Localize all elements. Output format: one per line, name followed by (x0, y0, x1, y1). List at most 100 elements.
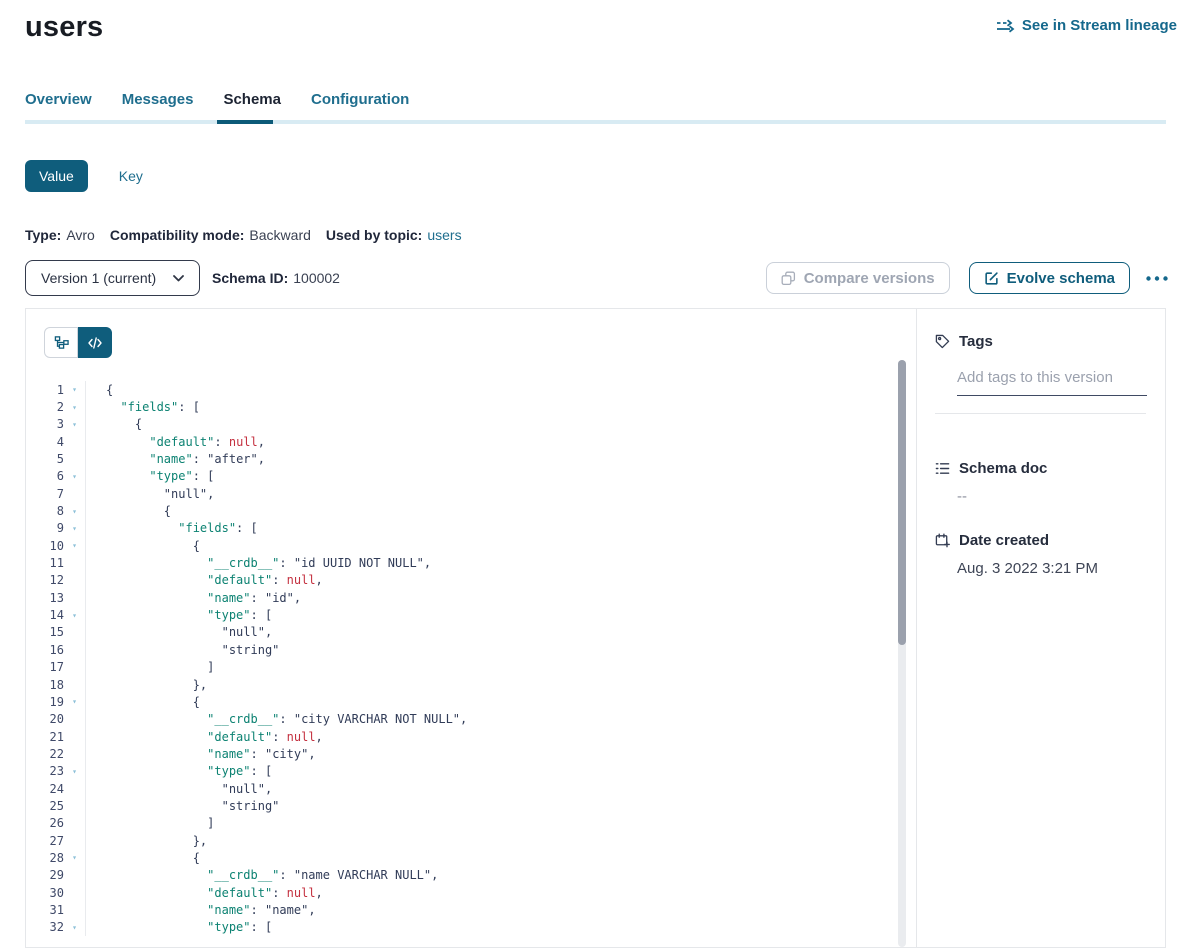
code-line: 1▾{ (26, 381, 916, 398)
code-view-button[interactable] (78, 327, 112, 358)
code-text: "fields": [ (85, 520, 258, 537)
line-number: 25 (26, 799, 64, 813)
fold-arrow-icon[interactable]: ▾ (64, 697, 85, 706)
line-number: 10 (26, 539, 64, 553)
code-text: "type": [ (85, 919, 272, 936)
fold-arrow-icon[interactable]: ▾ (64, 385, 85, 394)
code-editor: 1▾{2▾ "fields": [3▾ {4 "default": null,5… (26, 381, 916, 936)
code-text: "type": [ (85, 763, 272, 780)
compare-versions-button[interactable]: Compare versions (766, 262, 950, 294)
code-line: 29 "__crdb__": "name VARCHAR NULL", (26, 867, 916, 884)
fold-arrow-icon[interactable]: ▾ (64, 541, 85, 550)
view-toggle (44, 327, 112, 358)
tag-icon (935, 334, 950, 349)
chevron-down-icon (173, 275, 184, 282)
tab-overview[interactable]: Overview (25, 91, 92, 120)
fold-arrow-icon[interactable]: ▾ (64, 403, 85, 412)
value-toggle-button[interactable]: Value (25, 160, 88, 192)
line-number: 23 (26, 764, 64, 778)
meta-topic: Used by topic: users (326, 227, 462, 243)
compare-versions-icon (781, 271, 796, 286)
scrollbar-thumb[interactable] (898, 360, 906, 645)
fold-arrow-icon[interactable]: ▾ (64, 472, 85, 481)
schema-doc-value: -- (957, 488, 1147, 505)
tab-messages[interactable]: Messages (122, 91, 194, 120)
code-text: "default": null, (85, 728, 323, 745)
code-text: "type": [ (85, 606, 272, 623)
code-line: 23▾ "type": [ (26, 763, 916, 780)
tab-bar: Overview Messages Schema Configuration (25, 91, 1189, 120)
date-created-section-header: Date created (935, 532, 1147, 549)
line-number: 3 (26, 417, 64, 431)
version-select-value: Version 1 (current) (41, 270, 156, 286)
line-number: 27 (26, 834, 64, 848)
line-number: 2 (26, 400, 64, 414)
page-title: users (25, 10, 103, 44)
code-icon (88, 337, 102, 349)
code-line: 11 "__crdb__": "id UUID NOT NULL", (26, 554, 916, 571)
code-text: "fields": [ (85, 398, 200, 415)
ellipsis-icon (1146, 276, 1168, 281)
tree-view-button[interactable] (44, 327, 78, 358)
calendar-plus-icon (935, 533, 950, 548)
line-number: 7 (26, 487, 64, 501)
code-text: { (85, 849, 200, 866)
code-line: 22 "name": "city", (26, 745, 916, 762)
code-line: 9▾ "fields": [ (26, 520, 916, 537)
scrollbar-track (898, 360, 906, 947)
fold-arrow-icon[interactable]: ▾ (64, 507, 85, 516)
tab-track (25, 120, 1166, 124)
fold-arrow-icon[interactable]: ▾ (64, 420, 85, 429)
code-text: { (85, 693, 200, 710)
tree-view-icon (54, 335, 69, 350)
line-number: 13 (26, 591, 64, 605)
line-number: 28 (26, 851, 64, 865)
schema-meta-row: Type: Avro Compatibility mode: Backward … (25, 227, 1189, 243)
tags-input[interactable] (957, 369, 1147, 396)
line-number: 9 (26, 521, 64, 535)
code-text: "__crdb__": "city VARCHAR NOT NULL", (85, 711, 467, 728)
meta-compatibility: Compatibility mode: Backward (110, 227, 311, 243)
edit-icon (984, 271, 999, 286)
line-number: 22 (26, 747, 64, 761)
line-number: 26 (26, 816, 64, 830)
topic-link[interactable]: users (427, 227, 461, 243)
code-line: 19▾ { (26, 693, 916, 710)
line-number: 31 (26, 903, 64, 917)
code-text: "default": null, (85, 884, 323, 901)
stream-lineage-icon (996, 19, 1015, 33)
fold-arrow-icon[interactable]: ▾ (64, 611, 85, 620)
code-line: 26 ] (26, 815, 916, 832)
code-text: "default": null, (85, 572, 323, 589)
line-number: 18 (26, 678, 64, 692)
code-line: 7 "null", (26, 485, 916, 502)
code-text: "name": "after", (85, 450, 265, 467)
line-number: 29 (26, 868, 64, 882)
version-select[interactable]: Version 1 (current) (25, 260, 200, 296)
code-line: 31 "name": "name", (26, 901, 916, 918)
line-number: 20 (26, 712, 64, 726)
code-text: }, (85, 676, 207, 693)
fold-arrow-icon[interactable]: ▾ (64, 923, 85, 932)
stream-lineage-label: See in Stream lineage (1022, 17, 1177, 34)
evolve-schema-button[interactable]: Evolve schema (969, 262, 1130, 294)
code-text: "null", (85, 780, 272, 797)
tab-configuration[interactable]: Configuration (311, 91, 409, 120)
schema-doc-section-header: Schema doc (935, 460, 1147, 477)
code-line: 25 "string" (26, 797, 916, 814)
code-line: 5 "name": "after", (26, 450, 916, 467)
code-line: 14▾ "type": [ (26, 606, 916, 623)
fold-arrow-icon[interactable]: ▾ (64, 767, 85, 776)
key-toggle-button[interactable]: Key (113, 167, 149, 185)
page: users See in Stream lineage Overview Mes… (0, 0, 1189, 948)
tab-schema[interactable]: Schema (223, 91, 281, 120)
more-options-button[interactable] (1144, 272, 1170, 285)
code-text: "__crdb__": "name VARCHAR NULL", (85, 867, 438, 884)
code-text: { (85, 537, 200, 554)
stream-lineage-link[interactable]: See in Stream lineage (996, 17, 1177, 34)
code-text: "type": [ (85, 468, 214, 485)
line-number: 15 (26, 625, 64, 639)
fold-arrow-icon[interactable]: ▾ (64, 524, 85, 533)
code-text: "name": "city", (85, 745, 316, 762)
fold-arrow-icon[interactable]: ▾ (64, 853, 85, 862)
